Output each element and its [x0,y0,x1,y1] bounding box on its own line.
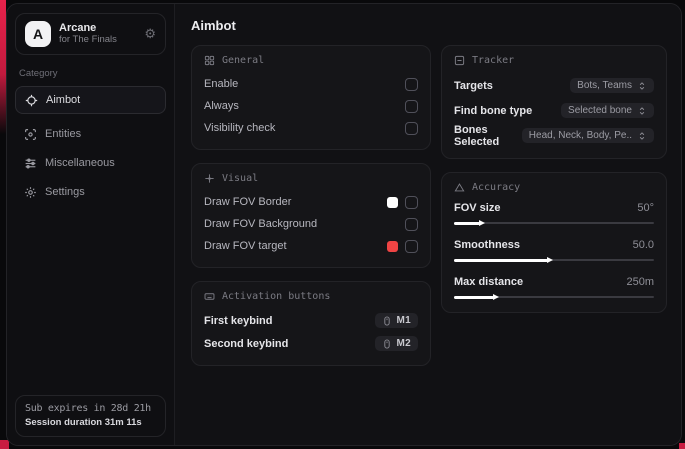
accuracy-card: Accuracy FOV size 50° Smoothness 50.0 Ma… [441,172,667,313]
slider-value: 50.0 [632,239,654,251]
color-swatch[interactable] [387,196,398,208]
bones-selected-dropdown[interactable]: Head, Neck, Body, Pe.. [521,128,654,143]
setting-row-second-keybind: Second keybind M2 [204,332,418,355]
setting-row-find-bone-type: Find bone type Selected bone [454,98,654,123]
sparkle-icon [205,174,214,183]
setting-row-fov-size: FOV size 50° [454,200,654,228]
sidebar-item-label: Miscellaneous [45,157,115,169]
slider-value: 50° [637,202,654,214]
draw-fov-background-checkbox[interactable] [405,217,418,231]
slider-fill [454,293,499,300]
app-window: A Arcane for The Finals ⚙ Category Aimbo… [6,3,682,446]
mouse-icon [383,315,390,326]
crosshair-icon [25,94,38,107]
tracker-card: Tracker Targets Bots, Teams Find bone ty… [441,45,667,159]
category-label: Category [19,68,58,79]
find-bone-type-dropdown[interactable]: Selected bone [561,103,654,118]
scan-eye-icon [24,128,37,141]
always-checkbox[interactable] [405,99,418,113]
subscription-info: Sub expires in 28d 21h Session duration … [15,395,166,437]
app-subtitle: for The Finals [59,33,117,45]
setting-row-draw-fov-background: Draw FOV Background [204,213,418,235]
chevrons-up-down-icon [639,106,645,115]
slider-fill [454,219,485,226]
setting-row-draw-fov-border: Draw FOV Border [204,191,418,213]
sidebar-item-entities[interactable]: Entities [15,120,166,148]
sidebar-item-miscellaneous[interactable]: Miscellaneous [15,149,166,177]
sub-expiry-text: Sub expires in 28d 21h [25,403,151,414]
targets-dropdown[interactable]: Bots, Teams [570,78,654,93]
visibility-check-checkbox[interactable] [405,121,418,135]
setting-row-enable: Enable [204,73,418,95]
sidebar-item-label: Settings [45,186,85,198]
sidebar: A Arcane for The Finals ⚙ Category Aimbo… [7,4,175,445]
fov-size-slider[interactable] [454,218,654,228]
visual-card: Visual Draw FOV Border Draw FOV Backgrou… [191,163,431,268]
setting-row-bones-selected: Bones Selected Head, Neck, Body, Pe.. [454,123,654,148]
slider-value: 250m [626,276,654,288]
app-title: Arcane [59,22,97,35]
general-card: General Enable Always Visibility check [191,45,431,150]
keybind-button-m1[interactable]: M1 [374,313,418,328]
draw-fov-border-checkbox[interactable] [405,195,418,209]
setting-row-always: Always [204,95,418,117]
smoothness-slider[interactable] [454,255,654,265]
setting-row-draw-fov-target: Draw FOV target [204,235,418,257]
card-title: General [222,55,265,66]
app-logo: A [25,21,51,47]
edge-corner-accent [679,443,685,449]
card-title: Tracker [472,55,515,66]
chevrons-up-down-icon [639,81,645,90]
sidebar-item-label: Entities [45,128,82,140]
box-minus-icon [454,55,465,66]
card-title: Activation buttons [222,291,331,302]
gear-icon[interactable]: ⚙ [144,26,156,42]
chevrons-up-down-icon [639,131,645,140]
sidebar-item-label: Aimbot [46,94,81,106]
session-duration-text: Session duration 31m 11s [25,417,142,428]
keyboard-icon [204,293,215,300]
sidebar-item-settings[interactable]: Settings [15,178,166,206]
keybind-button-m2[interactable]: M2 [374,336,418,351]
color-swatch[interactable] [387,240,398,252]
sliders-icon [24,157,37,170]
page-title: Aimbot [191,18,236,33]
sidebar-nav: Aimbot Entities Miscellaneous Settings [15,86,166,206]
activation-card: Activation buttons First keybind M1 Seco… [191,281,431,366]
setting-row-smoothness: Smoothness 50.0 [454,237,654,265]
setting-row-first-keybind: First keybind M1 [204,309,418,332]
setting-row-visibility-check: Visibility check [204,117,418,139]
mouse-icon [383,338,390,349]
enable-checkbox[interactable] [405,77,418,91]
setting-row-max-distance: Max distance 250m [454,274,654,302]
brand-card: A Arcane for The Finals ⚙ [15,13,166,55]
draw-fov-target-checkbox[interactable] [405,239,418,253]
max-distance-slider[interactable] [454,292,654,302]
main-content: Aimbot General Enable Always Visibility … [175,4,681,445]
card-title: Visual [222,173,259,184]
setting-row-targets: Targets Bots, Teams [454,73,654,98]
sidebar-item-aimbot[interactable]: Aimbot [15,86,166,114]
triangle-icon [454,183,465,192]
slider-fill [454,256,553,263]
card-title: Accuracy [472,182,521,193]
layout-grid-icon [204,55,215,66]
gear-icon [24,186,37,199]
